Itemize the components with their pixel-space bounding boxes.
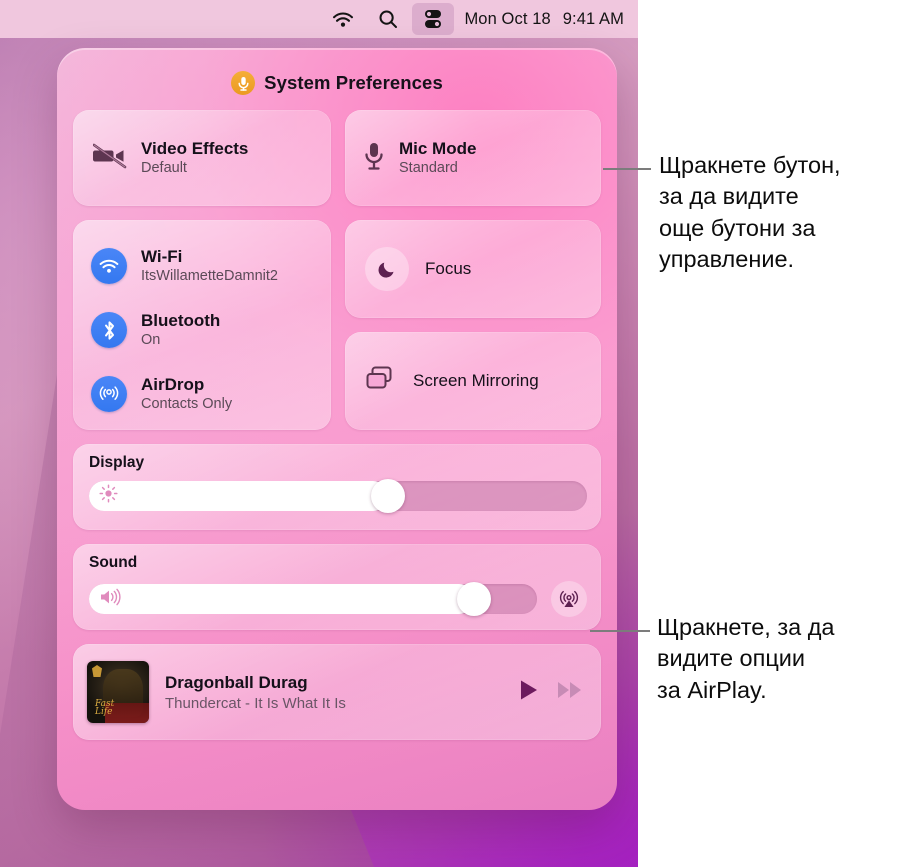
airdrop-text: AirDrop Contacts Only xyxy=(141,375,232,413)
display-slider-fill xyxy=(89,481,388,511)
brightness-icon xyxy=(99,484,118,508)
fast-forward-icon[interactable] xyxy=(557,680,583,705)
display-label: Display xyxy=(89,454,145,471)
control-center-panel: System Preferences Video Effects Default… xyxy=(57,48,617,810)
microphone-icon xyxy=(363,141,385,176)
wifi-text: Wi-Fi ItsWillametteDamnit2 xyxy=(141,247,278,285)
callout-buttons-text: Щракнете бутон, за да видите още бутони … xyxy=(659,152,841,272)
top-tiles-row: Video Effects Default Mic Mode Standard xyxy=(73,110,601,206)
video-effects-subtitle: Default xyxy=(141,159,187,176)
menu-bar: Mon Oct 18 9:41 AM xyxy=(0,0,638,38)
menu-bar-time: 9:41 AM xyxy=(562,9,624,28)
bluetooth-icon xyxy=(91,312,127,348)
focus-mirroring-column: Focus Screen Mirroring xyxy=(345,220,601,430)
airdrop-title: AirDrop xyxy=(141,375,205,395)
sound-slider-knob[interactable] xyxy=(457,582,492,616)
sound-label: Sound xyxy=(89,554,138,571)
mic-mode-title: Mic Mode xyxy=(399,139,477,159)
airdrop-subtitle: Contacts Only xyxy=(141,395,233,412)
mic-mode-subtitle: Standard xyxy=(399,159,458,176)
bluetooth-row[interactable]: Bluetooth On xyxy=(73,298,331,362)
bluetooth-text: Bluetooth On xyxy=(141,311,220,349)
airdrop-row[interactable]: AirDrop Contacts Only xyxy=(73,362,331,426)
display-slider[interactable] xyxy=(89,479,587,513)
screen-mirroring-label: Screen Mirroring xyxy=(413,371,539,390)
speaker-icon xyxy=(99,588,123,611)
mic-mode-text: Mic Mode Standard xyxy=(399,139,476,177)
bluetooth-title: Bluetooth xyxy=(141,311,221,331)
track-title: Dragonball Durag xyxy=(165,672,308,692)
callout-airplay-text: Щракнете, за да видите опции за AirPlay. xyxy=(657,614,835,703)
wifi-row[interactable]: Wi-Fi ItsWillametteDamnit2 xyxy=(73,234,331,298)
wifi-subtitle: ItsWillametteDamnit2 xyxy=(141,267,278,284)
connectivity-tile: Wi-Fi ItsWillametteDamnit2 Bluetooth On … xyxy=(73,220,331,430)
wifi-icon xyxy=(91,248,127,284)
display-slider-knob[interactable] xyxy=(370,479,405,513)
video-off-icon xyxy=(92,143,127,174)
search-icon[interactable] xyxy=(366,0,410,38)
playback-controls xyxy=(519,679,583,706)
control-center-icon[interactable] xyxy=(412,3,455,35)
panel-title-row: System Preferences xyxy=(73,62,601,104)
focus-tile[interactable]: Focus xyxy=(345,220,601,318)
play-icon[interactable] xyxy=(519,679,539,706)
callout-airplay: Щракнете, за да видите опции за AirPlay. xyxy=(590,612,835,706)
desktop-screenshot: Mon Oct 18 9:41 AM System Preferences Vi… xyxy=(0,0,638,867)
airplay-audio-icon[interactable] xyxy=(551,581,587,617)
track-artist-album: Thundercat - It Is What It Is xyxy=(165,694,346,712)
sound-slider[interactable] xyxy=(89,582,537,616)
video-effects-tile[interactable]: Video Effects Default xyxy=(73,110,331,206)
callout-buttons: Щракнете бутон, за да видите още бутони … xyxy=(603,150,841,275)
wifi-icon[interactable] xyxy=(320,0,366,38)
middle-row: Wi-Fi ItsWillametteDamnit2 Bluetooth On … xyxy=(73,220,601,430)
menu-bar-clock[interactable]: Mon Oct 18 9:41 AM xyxy=(456,10,628,29)
wifi-title: Wi-Fi xyxy=(141,247,183,267)
video-effects-title: Video Effects xyxy=(141,139,249,159)
microphone-icon xyxy=(231,71,256,95)
display-slider-row xyxy=(89,479,587,513)
sound-card: Sound xyxy=(73,544,601,630)
screen-mirroring-tile[interactable]: Screen Mirroring xyxy=(345,332,601,430)
screen-mirroring-icon xyxy=(365,365,397,398)
page-root: Mon Oct 18 9:41 AM System Preferences Vi… xyxy=(0,0,902,867)
now-playing-text: Dragonball Durag Thundercat - It Is What… xyxy=(165,673,503,712)
display-card: Display xyxy=(73,444,601,530)
focus-label: Focus xyxy=(425,259,472,278)
sound-slider-row xyxy=(89,581,587,617)
callout-leader-line xyxy=(590,630,650,632)
video-effects-text: Video Effects Default xyxy=(141,139,248,177)
sound-slider-fill xyxy=(89,584,475,614)
moon-icon xyxy=(365,247,409,291)
bluetooth-subtitle: On xyxy=(141,331,161,348)
album-artwork: Fast Life xyxy=(87,661,149,723)
callout-leader-line xyxy=(603,168,651,170)
menu-bar-date: Mon Oct 18 xyxy=(464,9,551,28)
connectivity-column: Wi-Fi ItsWillametteDamnit2 Bluetooth On … xyxy=(73,220,331,430)
mic-mode-tile[interactable]: Mic Mode Standard xyxy=(345,110,601,206)
airdrop-icon xyxy=(91,376,127,412)
page-title: System Preferences xyxy=(264,72,443,93)
now-playing-card: Fast Life Dragonball Durag Thundercat - I… xyxy=(73,644,601,740)
